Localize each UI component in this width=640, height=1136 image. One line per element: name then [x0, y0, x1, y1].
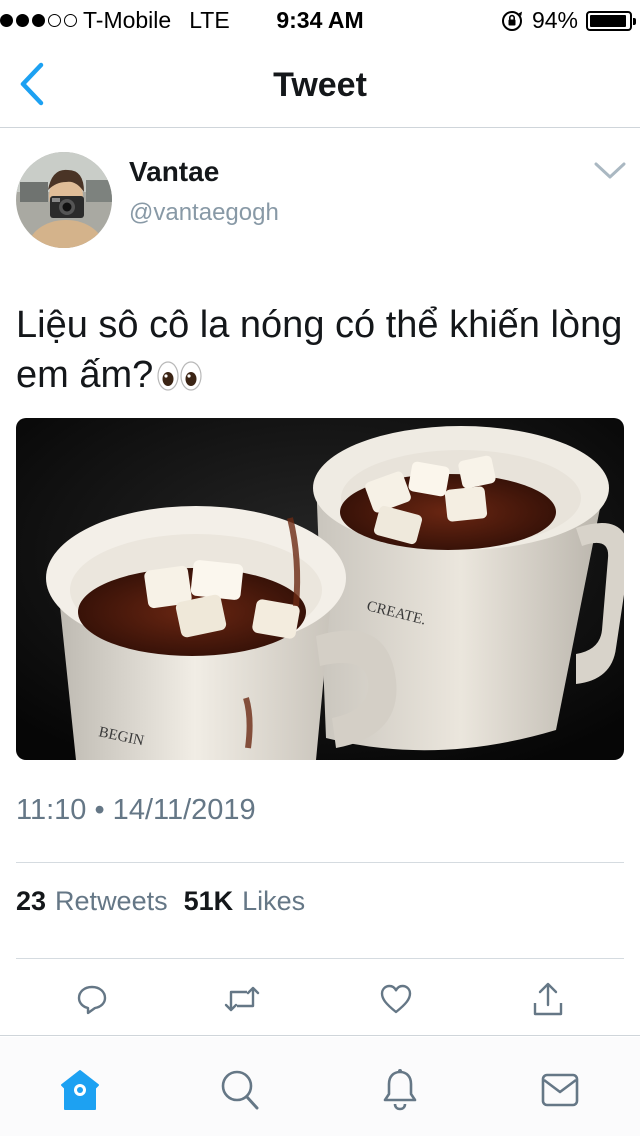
tab-messages[interactable]: [535, 1065, 585, 1115]
retweet-button[interactable]: [219, 976, 265, 1022]
avatar-photo: [16, 152, 112, 248]
messages-icon: [541, 1073, 579, 1107]
retweets-stat[interactable]: 23 Retweets: [16, 886, 168, 917]
tweet-stats: 23 Retweets 51K Likes: [16, 886, 305, 917]
divider: [16, 862, 624, 863]
author-username[interactable]: @vantaegogh: [129, 199, 279, 227]
retweets-label: Retweets: [55, 886, 168, 916]
retweet-icon: [224, 986, 260, 1012]
battery-level: [590, 14, 626, 27]
author-display-name[interactable]: Vantae: [129, 156, 219, 188]
navigation-bar: Tweet: [0, 40, 640, 128]
reply-button[interactable]: [69, 976, 115, 1022]
likes-stat[interactable]: 51K Likes: [184, 886, 306, 917]
eyes-emoji: [157, 361, 202, 391]
tab-notifications[interactable]: [375, 1065, 425, 1115]
tab-bar: [0, 1037, 640, 1136]
tab-home[interactable]: [55, 1065, 105, 1115]
tab-search[interactable]: [215, 1065, 265, 1115]
tweet-text: Liệu sô cô la nóng có thể khiến lòng em …: [16, 300, 624, 400]
home-icon: [61, 1070, 99, 1110]
chevron-down-icon: [594, 162, 626, 179]
status-bar: T-Mobile LTE 9:34 AM 94%: [0, 0, 640, 40]
divider: [16, 958, 624, 959]
hot-chocolate-photo: CREATE. BEGIN: [16, 418, 624, 760]
likes-count: 51K: [183, 886, 234, 916]
like-icon: [380, 984, 412, 1014]
avatar[interactable]: [16, 152, 112, 248]
battery-percent: 94%: [531, 7, 578, 33]
tweet-timestamp: 11:10 • 14/11/2019: [16, 794, 256, 826]
tweet-photo[interactable]: CREATE. BEGIN: [16, 418, 624, 760]
tweet-menu-button[interactable]: [588, 154, 632, 188]
tweet-action-bar: [0, 960, 640, 1036]
retweets-count: 23: [16, 886, 47, 916]
likes-label: Likes: [242, 886, 306, 916]
like-button[interactable]: [373, 976, 419, 1022]
battery-icon: [586, 10, 636, 31]
tweet-text-body: Liệu sô cô la nóng có thể khiến lòng em …: [16, 304, 623, 396]
notifications-icon: [383, 1069, 417, 1111]
status-right: 94%: [500, 7, 636, 34]
page-title: Tweet: [273, 66, 367, 104]
search-icon: [221, 1070, 259, 1110]
orientation-lock-icon: [501, 10, 522, 31]
reply-icon: [77, 985, 107, 1015]
share-button[interactable]: [525, 976, 571, 1022]
share-icon: [533, 982, 563, 1016]
